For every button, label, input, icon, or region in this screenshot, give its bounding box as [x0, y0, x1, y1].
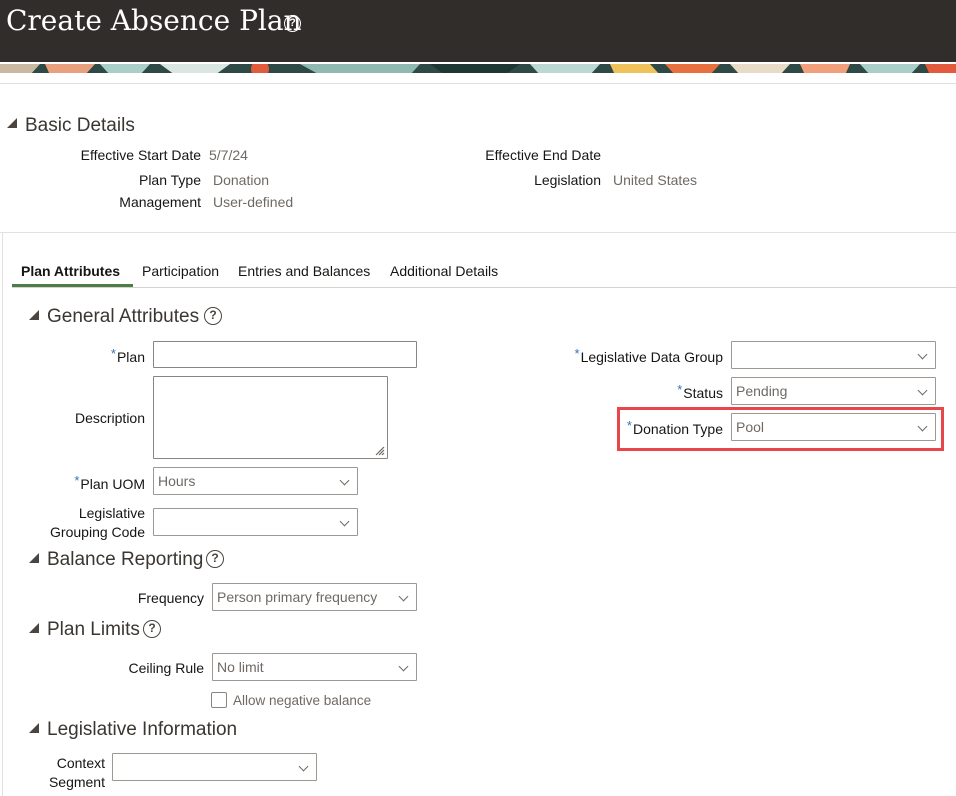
plan-label: *Plan [110, 346, 145, 365]
tabs-divider [12, 287, 956, 288]
plan-input[interactable] [153, 341, 417, 368]
plan-uom-label: *Plan UOM [74, 473, 145, 492]
chevron-down-icon [339, 516, 350, 527]
required-marker: * [74, 473, 80, 488]
help-icon[interactable]: ? [204, 307, 222, 325]
plan-type-value: Donation [213, 172, 270, 188]
divider [0, 232, 956, 233]
help-icon[interactable]: ? [206, 550, 224, 568]
legislative-information-title: Legislative Information [47, 719, 238, 740]
help-icon[interactable]: ? [284, 15, 301, 32]
balance-reporting-title: Balance Reporting [47, 549, 204, 570]
resize-grip-icon[interactable] [373, 444, 385, 456]
management-value: User-defined [213, 194, 294, 210]
chevron-down-icon [917, 385, 928, 396]
chevron-down-icon [398, 661, 409, 672]
effective-end-date-label: Effective End Date [485, 147, 601, 163]
required-marker: * [110, 346, 116, 361]
management-label: Management [119, 194, 201, 210]
frequency-label: Frequency [137, 590, 204, 606]
header-banner-illustration [0, 62, 956, 73]
context-segment-label-line2: Segment [48, 774, 105, 790]
legislation-value: United States [613, 172, 698, 188]
legislative-grouping-code-label-line2: Grouping Code [50, 524, 145, 540]
panel-border [2, 233, 3, 796]
legislative-data-group-label: *Legislative Data Group [574, 346, 723, 365]
frequency-select[interactable]: Person primary frequency [212, 583, 417, 611]
tab-additional-details[interactable]: Additional Details [390, 263, 498, 279]
tab-plan-attributes[interactable]: Plan Attributes [21, 263, 120, 279]
effective-start-date-value: 5/7/24 [209, 147, 248, 163]
legislative-grouping-code-label-line1: Legislative [78, 505, 145, 521]
required-marker: * [677, 382, 683, 397]
plan-type-label: Plan Type [138, 172, 201, 188]
ceiling-rule-select[interactable]: No limit [212, 653, 417, 681]
help-icon[interactable]: ? [143, 620, 161, 638]
collapse-triangle-icon[interactable] [29, 723, 39, 733]
description-label: Description [74, 410, 145, 426]
page-title: Create Absence Plan [6, 4, 302, 37]
chevron-down-icon [398, 591, 409, 602]
effective-start-date-label: Effective Start Date [80, 147, 201, 163]
collapse-triangle-icon[interactable] [29, 623, 39, 633]
collapse-triangle-icon[interactable] [29, 553, 39, 563]
allow-negative-balance-label: Allow negative balance [233, 693, 372, 708]
allow-negative-balance-checkbox[interactable] [211, 692, 227, 708]
context-segment-select[interactable] [112, 753, 317, 781]
tab-entries-and-balances[interactable]: Entries and Balances [238, 263, 370, 279]
legislative-data-group-select[interactable] [731, 341, 936, 369]
plan-limits-title: Plan Limits [47, 619, 140, 640]
general-attributes-title: General Attributes [47, 306, 200, 327]
ceiling-rule-label: Ceiling Rule [128, 660, 204, 676]
description-textarea[interactable] [153, 376, 388, 459]
required-marker: * [574, 346, 580, 361]
donation-type-highlight-box [617, 407, 944, 451]
legislative-grouping-code-select[interactable] [153, 508, 358, 536]
status-label: *Status [677, 382, 723, 401]
collapse-triangle-icon[interactable] [7, 118, 17, 128]
chevron-down-icon [339, 475, 350, 486]
basic-details-title: Basic Details [25, 115, 135, 136]
plan-uom-select[interactable]: Hours [153, 467, 358, 495]
chevron-down-icon [298, 761, 309, 772]
status-select[interactable]: Pending [731, 377, 936, 405]
tab-participation[interactable]: Participation [142, 263, 219, 279]
legislation-label: Legislation [534, 172, 601, 188]
divider [0, 83, 956, 84]
chevron-down-icon [917, 349, 928, 360]
context-segment-label-line1: Context [56, 755, 105, 771]
collapse-triangle-icon[interactable] [29, 310, 39, 320]
